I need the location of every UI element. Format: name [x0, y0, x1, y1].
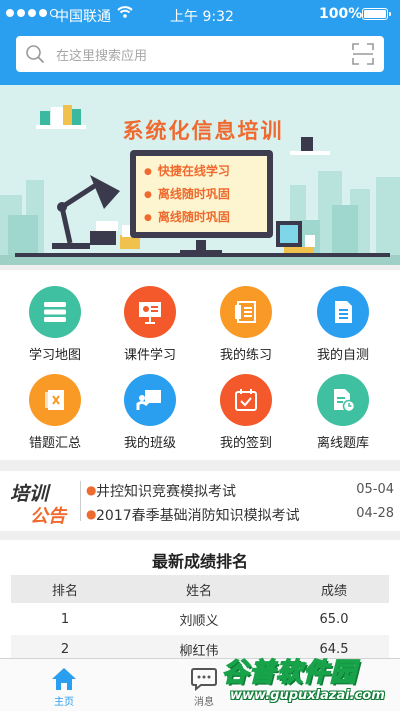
rank-cell: 2 — [60, 641, 70, 657]
menu-label: 课件学习 — [123, 348, 176, 363]
app-header: 中国联通 上午 9:32 100% 在这里搜索应用 — [0, 0, 400, 85]
table-row[interactable]: 1 刘顺义 65.0 — [11, 605, 389, 633]
promo-banner[interactable]: 系统化信息培训 快捷在线学习 离线随时巩固 离线随时巩固 — [0, 85, 400, 265]
status-bar: 中国联通 上午 9:32 100% — [0, 0, 400, 30]
notebook-icon — [220, 286, 272, 338]
menu-label: 我的练习 — [219, 348, 272, 363]
column-header: 排名 — [51, 583, 78, 599]
bullet-icon: ● — [86, 507, 97, 521]
tab-label: 主页 — [54, 697, 74, 708]
score-cell: 65.0 — [319, 611, 349, 627]
bullet-icon: ● — [86, 483, 97, 497]
message-icon — [191, 668, 217, 691]
announcement-date: 04-28 — [356, 506, 394, 521]
presentation-icon — [124, 286, 176, 338]
column-header: 姓名 — [185, 583, 212, 599]
carrier-name: 中国联通 — [55, 9, 111, 25]
search-icon — [26, 45, 45, 64]
menu-learning-map[interactable]: 学习地图 — [5, 274, 105, 364]
menu-check-in[interactable]: 我的签到 — [196, 362, 296, 452]
watermark-url: www.gupuxlazai.com — [230, 688, 385, 703]
name-cell: 刘顺义 — [179, 613, 219, 629]
wifi-icon — [117, 6, 133, 18]
announcement-title: 井控知识竞赛模拟考试 — [96, 484, 236, 500]
menu-label: 学习地图 — [28, 348, 81, 363]
home-icon — [52, 668, 76, 690]
signal-strength-icon — [6, 9, 58, 17]
announcement-panel: 培训 公告 ● 井控知识竞赛模拟考试 05-04 ● 2017春季基础消防知识模… — [0, 471, 400, 531]
banner-board: 快捷在线学习 离线随时巩固 离线随时巩固 — [130, 150, 273, 238]
scan-icon[interactable] — [352, 43, 374, 65]
menu-label: 我的班级 — [123, 436, 176, 451]
announcement-item[interactable]: ● 井控知识竞赛模拟考试 05-04 — [86, 480, 394, 502]
menu-label: 我的自测 — [316, 348, 369, 363]
teacher-board-icon — [124, 374, 176, 426]
menu-self-test[interactable]: 我的自测 — [293, 274, 393, 364]
banner-point: 离线随时巩固 — [144, 183, 259, 206]
announcement-title: 2017春季基础消防知识模拟考试 — [96, 508, 300, 524]
menu-label: 我的签到 — [219, 436, 272, 451]
search-input[interactable]: 在这里搜索应用 — [56, 45, 147, 64]
map-stack-icon — [29, 286, 81, 338]
menu-offline-bank[interactable]: 离线题库 — [293, 362, 393, 452]
error-book-icon — [29, 374, 81, 426]
menu-wrong-answers[interactable]: 错题汇总 — [5, 362, 105, 452]
table-header: 排名 姓名 成绩 — [11, 575, 389, 603]
tab-home[interactable]: 主页 — [24, 659, 104, 711]
announcement-item[interactable]: ● 2017春季基础消防知识模拟考试 04-28 — [86, 504, 394, 526]
banner-point: 离线随时巩固 — [144, 206, 259, 229]
announcement-logo: 培训 公告 — [10, 479, 76, 527]
battery-percent: 100% — [319, 6, 363, 22]
feature-grid: 学习地图 课件学习 我的练习 我的自测 错题汇总 我的班级 我的签到 离线题库 — [0, 270, 400, 460]
ranking-title: 最新成绩排名 — [151, 552, 248, 571]
column-header: 成绩 — [320, 583, 347, 599]
banner-point: 快捷在线学习 — [144, 160, 259, 183]
document-icon — [317, 286, 369, 338]
offline-file-icon — [317, 374, 369, 426]
announcement-logo-bottom: 公告 — [30, 506, 66, 527]
rank-cell: 1 — [60, 611, 70, 627]
menu-label: 错题汇总 — [28, 436, 81, 451]
banner-title: 系统化信息培训 — [122, 119, 284, 143]
announcement-date: 05-04 — [356, 482, 394, 497]
watermark-name: 谷普软件园 — [221, 657, 358, 689]
clock: 上午 9:32 — [170, 9, 234, 25]
menu-my-class[interactable]: 我的班级 — [100, 362, 200, 452]
search-bar[interactable]: 在这里搜索应用 — [16, 36, 384, 72]
watermark-logo: 谷普软件园 www.gupuxlazai.com — [216, 650, 400, 711]
menu-practice[interactable]: 我的练习 — [196, 274, 296, 364]
calendar-check-icon — [220, 374, 272, 426]
menu-courseware[interactable]: 课件学习 — [100, 274, 200, 364]
divider — [80, 481, 81, 521]
score-ranking: 最新成绩排名 排名 姓名 成绩 1 刘顺义 65.0 2 柳红伟 64.5 — [0, 540, 400, 665]
menu-label: 离线题库 — [316, 436, 369, 451]
battery-icon — [362, 8, 391, 20]
